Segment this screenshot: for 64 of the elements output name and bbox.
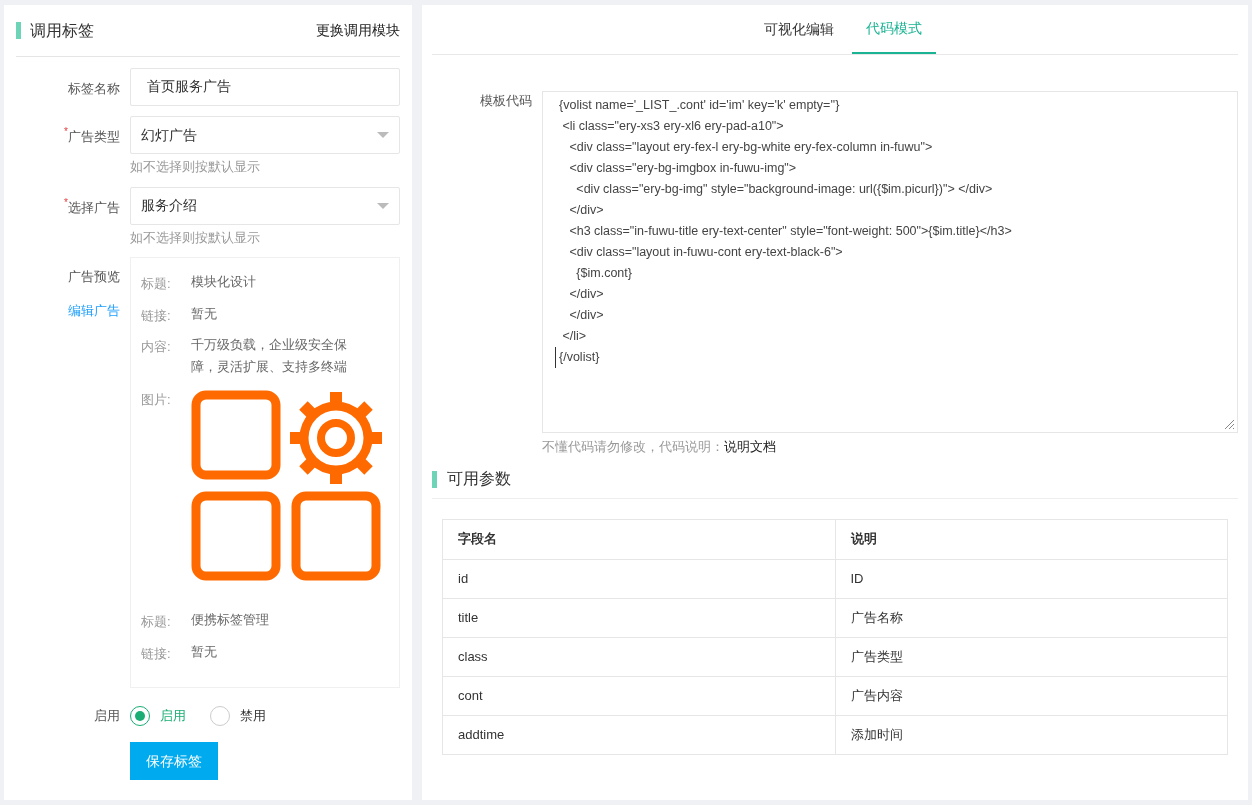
preview-label: 链接: [141,306,172,325]
preview-label: 标题: [141,275,172,293]
preview-value: 便携标签管理 [191,611,270,629]
mode-tab[interactable]: 可视化编辑 [750,5,848,54]
preview-label: 图片: [141,391,172,409]
table-cell: 广告内容 [835,676,1228,715]
column-header: 说明 [835,519,1228,559]
field-label: 标签名称 [68,80,120,98]
doc-link[interactable]: 说明文档 [724,437,776,457]
field-label: 广告类型 [68,128,120,146]
select-field[interactable]: 服务介绍 [130,186,400,225]
field-hint: 如不选择则按默认显示 [130,158,261,176]
code-line: <div class="ery-bg-img" style="background-image: url({$im.picurl})"> </div> [575,181,993,198]
field-label: 启用 [93,707,121,726]
preview-value: 暂无 [191,304,218,323]
field-label: 广告预览 [68,268,120,286]
select-value: 服务介绍 [141,196,197,215]
title-accent-bar [432,470,437,488]
text-field[interactable]: 首页服务广告 [130,68,400,106]
code-line: <h3 class="in-fuwu-title ery-text-center" style="font-weight: 500">{$im.title}</h3> [568,223,1012,240]
code-line: <div class="layout ery-fex-l ery-bg-white ery-fex-column in-fuwu"> [568,139,933,156]
switch-module-link[interactable]: 更换调用模块 [316,20,400,41]
table-cell: class [442,637,835,676]
preview-value: 千万级负载，企业级安全保障，灵活扩展、支持多终端 [191,336,348,376]
code-line: {$im.cont} [575,265,632,282]
preview-label: 标题: [141,613,172,631]
panel-title: 调用标签 [30,20,94,41]
code-line: </div> [568,202,604,219]
dropdown-caret-icon [377,202,389,209]
required-asterisk: * [64,127,68,137]
select-field[interactable]: 幻灯广告 [130,116,400,154]
dropdown-caret-icon [377,132,389,138]
title-accent-bar [16,22,21,39]
required-asterisk: * [64,197,68,208]
code-note: 不懂代码请勿修改，代码说明： [542,438,724,456]
code-line: {volist name='_LIST_.cont' id='im' key='k' empty=''} [559,97,840,114]
preview-label: 内容: [141,338,172,356]
code-line: <div class="layout in-fuwu-cont ery-text-black-6"> [568,244,843,261]
table-cell: ID [835,559,1228,598]
code-line: </li> [561,328,587,345]
table-cell: 广告类型 [835,637,1228,676]
column-header: 字段名 [442,519,835,559]
preview-label: 链接: [141,644,172,663]
resize-handle-icon[interactable] [1223,418,1235,430]
preview-value: 模块化设计 [191,273,257,291]
code-line: </div> [568,307,604,324]
section-title: 可用参数 [447,469,511,489]
code-line: <div class="ery-bg-imgbox in-fuwu-img"> [568,160,797,177]
code-line: </div> [568,286,604,303]
table-cell: cont [442,676,835,715]
field-label: 选择广告 [68,199,120,217]
table-cell: 广告名称 [835,598,1228,637]
code-editor[interactable] [542,91,1238,433]
table-cell: addtime [442,715,835,754]
field-hint: 如不选择则按默认显示 [130,228,261,247]
table-cell: title [442,598,835,637]
preview-value: 暂无 [191,642,218,661]
code-line: {/volist} [555,347,600,368]
field-label: 模板代码 [479,92,533,110]
table-cell: 添加时间 [835,715,1228,754]
table-cell: id [442,559,835,598]
radio-option[interactable]: 禁用 [210,706,266,726]
code-line: <li class="ery-xs3 ery-xl6 ery-pad-a10"> [561,118,784,135]
select-value: 幻灯广告 [141,125,197,145]
